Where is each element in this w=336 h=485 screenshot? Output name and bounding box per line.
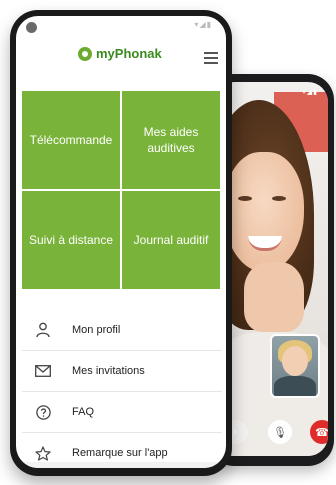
tile-hearing-aids[interactable]: Mes aides auditives [122,91,220,189]
app-phone: ▾◢▮ myPhonak Télécommande Mes aides audi… [10,10,232,476]
caller-face [224,152,304,272]
feature-tiles: Télécommande Mes aides auditives Suivi à… [22,91,220,289]
tile-remote-control[interactable]: Télécommande [22,91,120,189]
menu-item-label: Remarque sur l'app [72,447,168,459]
self-view-thumbnail[interactable] [270,334,320,398]
app-logo: myPhonak [78,46,162,61]
app-screen: ▾◢▮ myPhonak Télécommande Mes aides audi… [16,16,226,468]
hamburger-menu-icon[interactable] [204,52,218,67]
end-call-icon[interactable]: ☎ [310,420,328,444]
menu-item-invitations[interactable]: Mes invitations [22,351,222,392]
status-icons: ▾◢▮ [194,20,212,29]
call-controls: ◐ 🎙 ☎ [224,418,328,444]
tile-remote-support[interactable]: Suivi à distance [22,191,120,289]
menu-item-label: Mon profil [72,324,121,336]
app-name: myPhonak [96,46,162,61]
menu-item-profile[interactable]: Mon profil [22,310,222,351]
caller-hand [244,262,304,332]
app-header: myPhonak [16,38,226,78]
tile-hearing-diary[interactable]: Journal auditif [122,191,220,289]
question-icon [30,402,56,422]
status-bar: ▾◢▮ [16,16,226,38]
bottom-bar [16,462,226,468]
envelope-icon [30,361,56,381]
menu-item-faq[interactable]: FAQ [22,392,222,433]
back-status-icons: ▾◢▮ [302,89,318,96]
caller-eye-right [272,196,286,201]
menu-item-label: FAQ [72,406,95,418]
person-icon [30,320,56,340]
star-icon [30,443,56,463]
caller-eye-left [238,196,252,201]
front-camera [26,22,37,33]
phonak-logo-icon [78,46,92,61]
menu-list: Mon profil Mes invitations FAQ Remarque … [22,310,222,468]
caller-smile [248,236,282,251]
self-view-body [274,376,316,396]
menu-item-label: Mes invitations [72,365,145,377]
self-view-face [282,346,308,376]
microphone-icon[interactable]: 🎙 [268,420,292,444]
